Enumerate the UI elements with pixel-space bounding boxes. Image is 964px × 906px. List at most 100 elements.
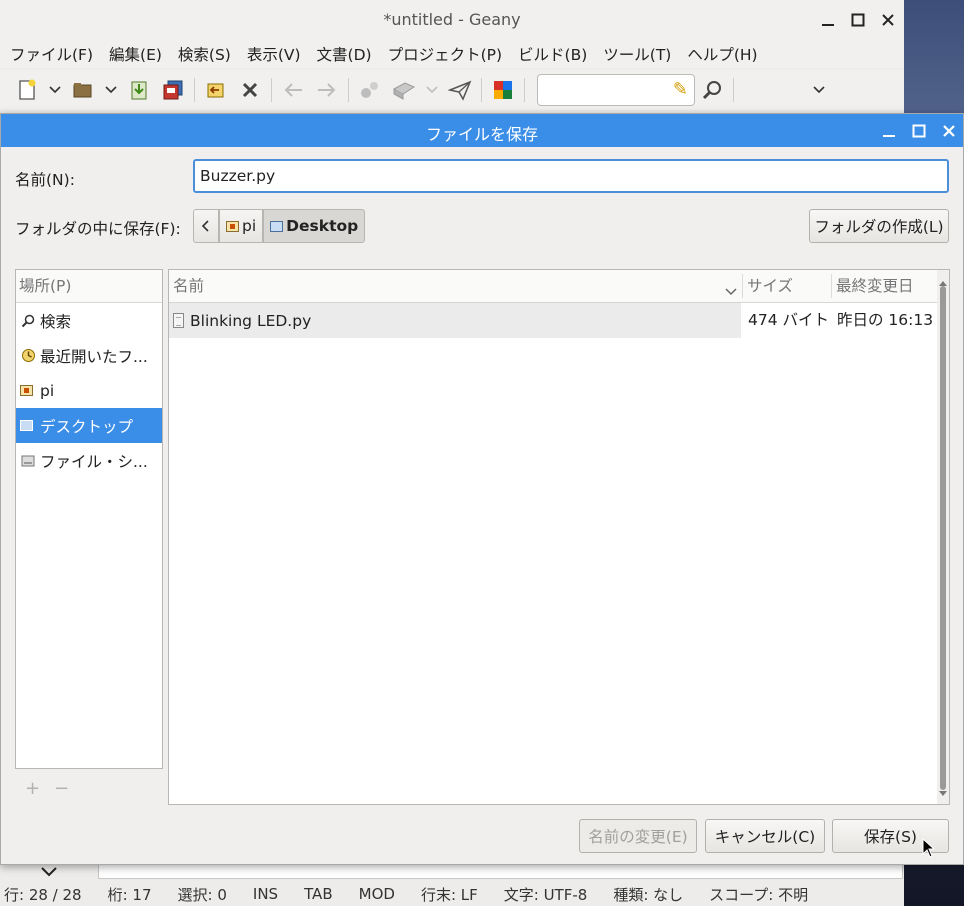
new-file-icon[interactable]	[10, 75, 44, 105]
recent-icon	[19, 348, 37, 363]
status-tab: TAB	[304, 885, 333, 903]
column-modified[interactable]: 最終変更日	[832, 270, 939, 302]
close-file-icon[interactable]	[233, 75, 267, 105]
compile-icon[interactable]	[353, 75, 387, 105]
filename-input[interactable]: Buzzer.py	[193, 159, 949, 193]
minimize-icon[interactable]	[879, 121, 899, 141]
dialog-titlebar: ファイルを保存	[1, 114, 963, 147]
path-button-desktop[interactable]: Desktop	[263, 209, 366, 243]
geany-titlebar: *untitled - Geany	[0, 0, 904, 41]
save-file-dialog: ファイルを保存 名前(N): Buzzer.py フォルダの中に保存(F): p…	[0, 113, 964, 865]
places-sidebar: 場所(P) 検索 最近開いたフ... pi デスクトップ ファイル・シ...	[15, 269, 163, 769]
scrollbar-thumb[interactable]	[940, 286, 946, 790]
close-icon[interactable]	[939, 121, 959, 141]
menu-file[interactable]: ファイル(F)	[0, 43, 101, 65]
menu-build[interactable]: ビルド(B)	[510, 43, 595, 65]
status-scope: スコープ: 不明	[709, 885, 809, 904]
rename-button[interactable]: 名前の変更(E)	[579, 819, 697, 853]
home-folder-icon	[20, 385, 33, 396]
mouse-cursor-icon	[922, 837, 936, 863]
place-search[interactable]: 検索	[16, 303, 162, 338]
menu-search[interactable]: 検索(S)	[170, 43, 239, 65]
home-folder-icon	[226, 220, 239, 232]
arrow-right-icon[interactable]	[310, 75, 344, 105]
place-label: pi	[40, 381, 55, 400]
status-eol: 行末: LF	[420, 885, 478, 904]
text-file-icon	[173, 313, 184, 328]
status-filetype: 種類: なし	[613, 885, 684, 904]
place-filesystem[interactable]: ファイル・シ...	[16, 443, 162, 478]
path-bar: pi Desktop	[193, 209, 366, 243]
scrollbar[interactable]	[937, 270, 949, 804]
chevron-down-icon[interactable]	[44, 75, 66, 105]
menu-help[interactable]: ヘルプ(H)	[679, 43, 765, 65]
scroll-down-icon[interactable]	[939, 783, 947, 801]
save-in-folder-label: フォルダの中に保存(F):	[15, 220, 181, 238]
revert-icon[interactable]	[199, 75, 233, 105]
place-label: 最近開いたフ...	[40, 347, 148, 366]
menu-view[interactable]: 表示(V)	[239, 43, 309, 65]
desktop-folder-icon	[20, 420, 33, 431]
menu-document[interactable]: 文書(D)	[309, 43, 380, 65]
table-row[interactable]: Blinking LED.py 474 バイト 昨日の 16:13	[169, 303, 939, 338]
cancel-button[interactable]: キャンセル(C)	[705, 819, 825, 853]
drive-icon	[19, 454, 37, 468]
add-bookmark-icon[interactable]: +	[25, 778, 40, 799]
status-line: 行: 28 / 28	[4, 885, 82, 904]
menu-bar: ファイル(F) 編集(E) 検索(S) 表示(V) 文書(D) プロジェクト(P…	[0, 40, 904, 68]
dialog-title: ファイルを保存	[425, 125, 538, 144]
status-col: 桁: 17	[107, 885, 152, 904]
menu-tools[interactable]: ツール(T)	[595, 43, 679, 65]
toolbar-search-input[interactable]: ✎	[537, 74, 695, 106]
menu-edit[interactable]: 編集(E)	[101, 43, 170, 65]
build-icon[interactable]	[387, 75, 421, 105]
place-label: 検索	[40, 312, 72, 331]
desktop-folder-icon	[270, 220, 284, 232]
close-icon[interactable]	[878, 10, 898, 30]
maximize-icon[interactable]	[909, 121, 929, 141]
toolbar: ✎	[0, 70, 904, 110]
search-icon	[19, 314, 37, 328]
places-header: 場所(P)	[16, 270, 162, 303]
place-label: デスクトップ	[40, 417, 134, 436]
save-all-icon[interactable]	[156, 75, 190, 105]
file-list: 名前 サイズ 最終変更日 Blinking LED.py 474 バイト 昨日の…	[168, 269, 950, 805]
status-encoding: 文字: UTF-8	[503, 885, 588, 904]
file-modified: 昨日の 16:13	[837, 311, 934, 329]
file-size: 474 バイト	[748, 311, 830, 329]
chevron-down-icon[interactable]	[40, 864, 58, 882]
place-desktop[interactable]: デスクトップ	[16, 408, 162, 443]
status-selection: 選択: 0	[177, 885, 227, 904]
sort-chevron-icon	[725, 282, 737, 300]
search-icon[interactable]	[695, 75, 729, 105]
status-mod: MOD	[358, 885, 395, 903]
menu-project[interactable]: プロジェクト(P)	[380, 43, 510, 65]
create-folder-button[interactable]: フォルダの作成(L)	[809, 209, 949, 243]
file-list-header: 名前 サイズ 最終変更日	[169, 270, 939, 303]
place-label: ファイル・シ...	[40, 452, 148, 471]
remove-bookmark-icon[interactable]: −	[54, 778, 69, 799]
place-home[interactable]: pi	[16, 373, 162, 408]
column-name[interactable]: 名前	[169, 270, 741, 302]
run-icon[interactable]	[443, 75, 477, 105]
window-title: *untitled - Geany	[383, 10, 521, 29]
path-label: Desktop	[286, 217, 359, 235]
clear-icon[interactable]: ✎	[673, 79, 688, 100]
maximize-icon[interactable]	[848, 10, 868, 30]
place-recent[interactable]: 最近開いたフ...	[16, 338, 162, 373]
save-icon[interactable]	[122, 75, 156, 105]
open-folder-icon[interactable]	[66, 75, 100, 105]
chevron-down-icon[interactable]	[808, 75, 830, 105]
column-size[interactable]: サイズ	[743, 270, 831, 302]
minimize-icon[interactable]	[818, 10, 838, 30]
path-back-button[interactable]	[193, 209, 219, 243]
color-chooser-icon[interactable]	[486, 75, 520, 105]
name-label: 名前(N):	[15, 171, 75, 189]
chevron-down-icon[interactable]	[421, 75, 443, 105]
path-button-pi[interactable]: pi	[219, 209, 264, 243]
status-ins: INS	[252, 885, 279, 903]
arrow-left-icon[interactable]	[276, 75, 310, 105]
status-bar: 行: 28 / 28 桁: 17 選択: 0 INS TAB MOD 行末: L…	[0, 882, 904, 906]
path-label: pi	[242, 217, 257, 235]
chevron-down-icon[interactable]	[100, 75, 122, 105]
